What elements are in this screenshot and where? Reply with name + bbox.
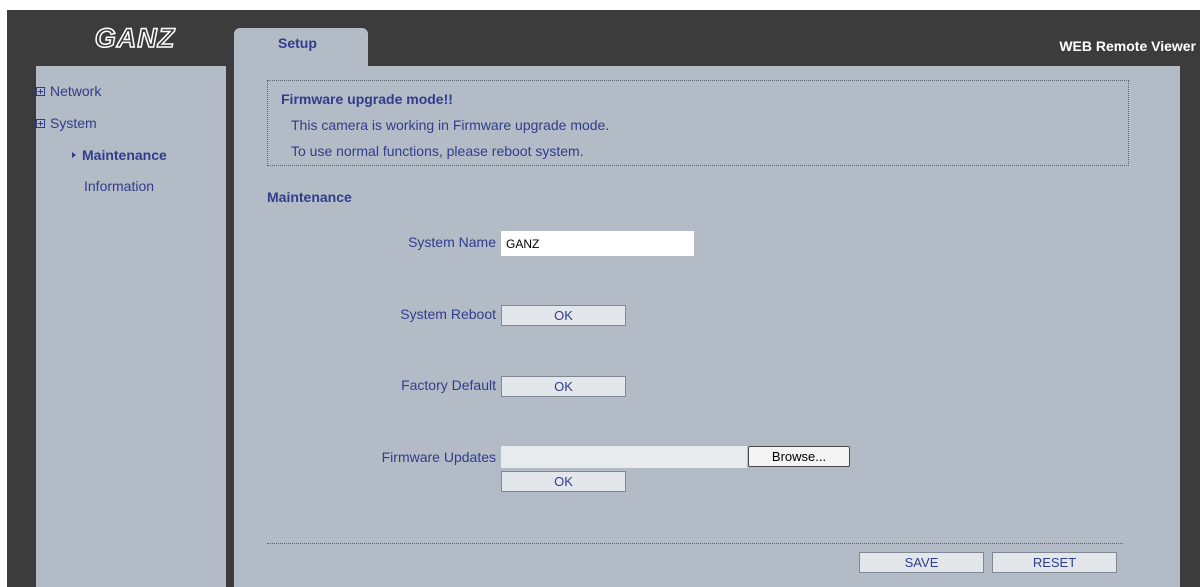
sidebar-item-maintenance[interactable]: Maintenance [72, 147, 167, 163]
notice-title: Firmware upgrade mode!! [281, 91, 453, 107]
main-content: Firmware upgrade mode!! This camera is w… [234, 66, 1180, 587]
firmware-updates-label: Firmware Updates [381, 449, 496, 465]
sidebar-item-label: Information [84, 178, 155, 194]
app-title: WEB Remote Viewer [1059, 38, 1196, 54]
sidebar-item-label: Network [50, 83, 102, 99]
section-title: Maintenance [267, 189, 352, 205]
sidebar: Network System Maintenance Information [36, 66, 226, 587]
tab-setup-label: Setup [278, 35, 317, 51]
sidebar-item-information[interactable]: Information [84, 178, 154, 194]
factory-default-label: Factory Default [401, 377, 496, 393]
sidebar-item-system[interactable]: System [36, 115, 97, 131]
expand-icon [36, 118, 45, 128]
notice-message: To use normal functions, please reboot s… [291, 143, 584, 159]
browse-button[interactable]: Browse... [748, 446, 850, 467]
tab-setup[interactable]: Setup [234, 28, 368, 66]
save-button[interactable]: SAVE [859, 552, 984, 573]
footer-divider [267, 543, 1123, 544]
system-reboot-ok-button[interactable]: OK [501, 305, 626, 326]
notice-message: This camera is working in Firmware upgra… [291, 117, 610, 133]
sidebar-item-network[interactable]: Network [36, 83, 101, 99]
system-reboot-label: System Reboot [400, 306, 496, 322]
system-name-label: System Name [408, 234, 496, 250]
firmware-update-ok-button[interactable]: OK [501, 471, 626, 492]
firmware-file-input[interactable] [501, 446, 747, 468]
reset-button[interactable]: RESET [992, 552, 1117, 573]
sidebar-item-label: System [50, 115, 97, 131]
ganz-logo: GANZ [94, 23, 176, 53]
factory-default-ok-button[interactable]: OK [501, 376, 626, 397]
system-name-input[interactable] [501, 231, 694, 256]
firmware-notice: Firmware upgrade mode!! This camera is w… [267, 80, 1129, 166]
logo-text: GANZ [95, 23, 176, 53]
expand-icon [36, 86, 45, 96]
arrow-right-icon [72, 152, 76, 159]
sidebar-item-label: Maintenance [82, 147, 167, 163]
